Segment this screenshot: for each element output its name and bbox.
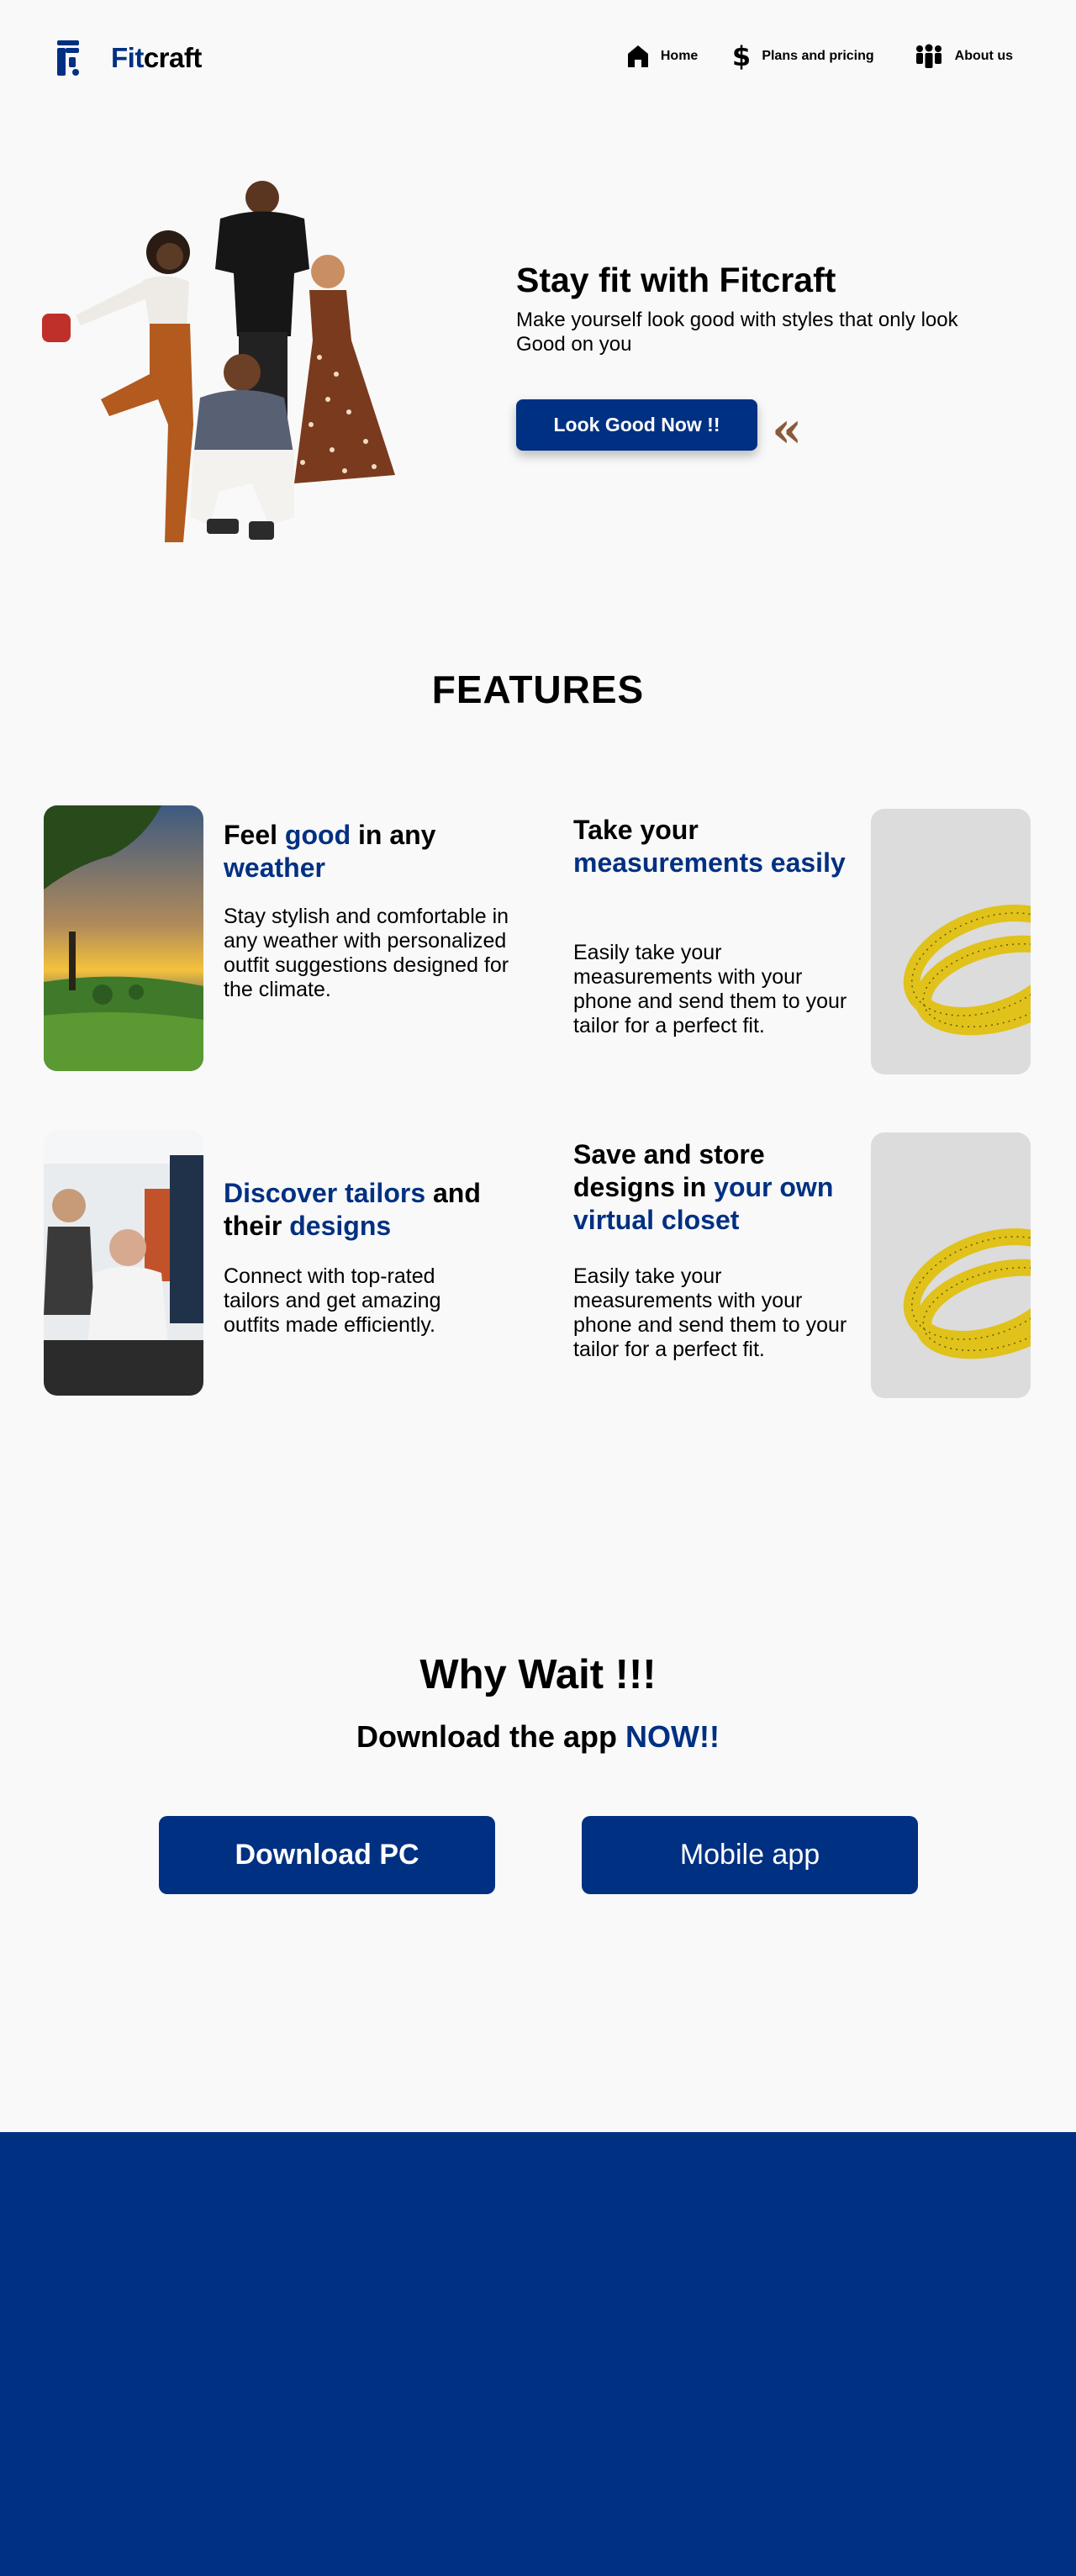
nav-links: Home $ Plans and pricing About us <box>627 42 1013 71</box>
measuring-tape-image-2 <box>871 1132 1031 1398</box>
why-wait-heading: Why Wait !!! <box>419 1652 657 1697</box>
tailors-photo-image <box>44 1130 203 1396</box>
feature-weather-text: Stay stylish and comfortable in any weat… <box>224 905 509 1001</box>
nav-plans-label: Plans and pricing <box>762 49 874 63</box>
look-good-now-button[interactable]: Look Good Now !! <box>516 399 757 451</box>
download-subtitle-prefix: Download the app <box>356 1719 626 1754</box>
fitcraft-logo-icon <box>57 40 79 76</box>
nav-plans-link[interactable]: $ Plans and pricing <box>733 42 873 71</box>
footer <box>0 2132 1076 2576</box>
download-now-subtitle: Download the app NOW!! <box>0 1719 1076 1755</box>
quote-glyph-icon: « <box>772 401 803 458</box>
feature-closet-title: Save and store designs in your own virtu… <box>573 1138 851 1237</box>
home-icon <box>627 45 648 67</box>
feature-measurements-title: Take your measurements easily <box>573 814 851 879</box>
brand-name-prefix: Fit <box>111 42 144 73</box>
feature-weather-title-part3: in any <box>351 820 436 850</box>
measuring-tape-image <box>871 809 1031 1074</box>
feature-weather-title-part4: weather <box>224 853 325 883</box>
mobile-app-button[interactable]: Mobile app <box>582 1816 918 1894</box>
top-nav: Fitcraft Home $ Plans and pricing About … <box>0 0 1076 118</box>
feature-weather-title-part2: good <box>284 820 351 850</box>
hero-title: Stay fit with Fitcraft <box>516 261 836 299</box>
nav-home-label: Home <box>660 49 699 63</box>
weather-landscape-image <box>44 805 203 1071</box>
hero-subtitle: Make yourself look good with styles that… <box>516 309 958 356</box>
brand-name-suffix: craft <box>143 42 203 73</box>
feature-measurements-title-part1: Take your <box>573 815 699 845</box>
feature-tailors-title-part3: designs <box>289 1211 392 1241</box>
feature-weather-title-part1: Feel <box>224 820 285 850</box>
download-subtitle-accent: NOW!! <box>625 1719 720 1754</box>
feature-tailors-text: Connect with top-rated tailors and get a… <box>224 1264 441 1337</box>
brand-name: Fitcraft <box>111 42 202 74</box>
svg-text:$: $ <box>733 42 750 71</box>
features-heading: FEATURES <box>431 668 645 711</box>
feature-tailors-title: Discover tailors and their designs <box>224 1177 509 1243</box>
feature-measurements-text: Easily take your measurements with your … <box>573 941 847 1037</box>
feature-closet-text: Easily take your measurements with your … <box>573 1264 847 1361</box>
feature-measurements-title-part2: measurements easily <box>573 847 846 878</box>
feature-weather-title: Feel good in any weather <box>224 819 501 884</box>
download-pc-button[interactable]: Download PC <box>159 1816 495 1894</box>
nav-about-label: About us <box>954 49 1013 63</box>
nav-about-link[interactable]: About us <box>915 44 1013 69</box>
feature-tailors-title-part1: Discover tailors <box>224 1178 426 1208</box>
nav-home-link[interactable]: Home <box>627 45 698 68</box>
brand-logo[interactable]: Fitcraft <box>54 39 202 77</box>
dollar-icon: $ <box>733 42 750 71</box>
people-icon <box>915 44 942 68</box>
hero-models-image <box>42 181 395 542</box>
